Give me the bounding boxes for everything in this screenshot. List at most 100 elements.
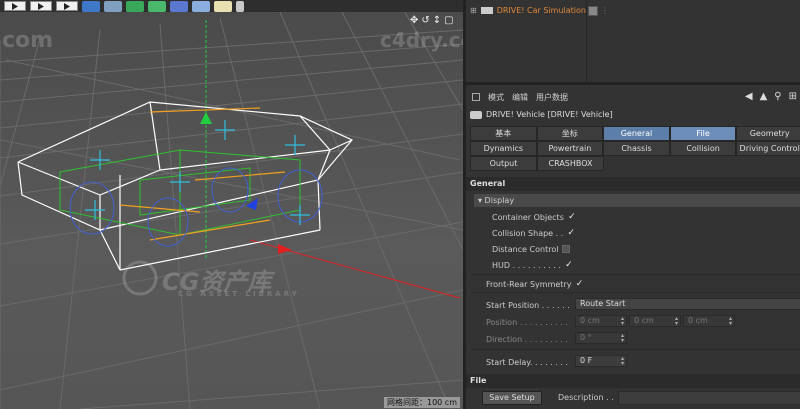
object-name[interactable]: DRIVE! Car Simulation — [497, 6, 586, 15]
attribute-tabs: 基本 坐标 General File Geometry Dynamics Pow… — [470, 126, 800, 171]
param-start-position: Start Position . . . . . . — [486, 298, 576, 312]
container-objects-checkbox[interactable]: ✓ — [568, 212, 576, 222]
start-position-dropdown[interactable]: Route Start — [575, 298, 800, 310]
expand-icon[interactable]: ⊞ — [470, 6, 477, 15]
tab-dynamics[interactable]: Dynamics — [470, 141, 537, 156]
tab-output[interactable]: Output — [470, 156, 537, 171]
object-manager: ⊞ DRIVE! Car Simulation ⋮ — [466, 0, 800, 85]
3d-viewport[interactable]: ✥ ↺ ↕ ▢ com c4dry.com CG资产库 CG ASSET LIB… — [0, 0, 463, 409]
position-y-field[interactable]: 0 cm ▴ ▾ — [629, 315, 681, 327]
y-axis-arrow — [200, 112, 212, 124]
play-button[interactable] — [4, 1, 26, 11]
column-divider — [586, 0, 587, 82]
param-label: Start Delay. . . . . . . . — [486, 357, 569, 367]
direction-field[interactable]: 0 ° ▴ ▾ — [575, 332, 627, 344]
visibility-tag-icon[interactable] — [588, 6, 598, 16]
tab-file[interactable]: File — [669, 126, 737, 141]
attribute-nav: ◀ ▲ ⚲ ⊞ — [745, 91, 797, 102]
rotate-view-icon[interactable]: ↺ — [421, 15, 429, 26]
section-header-general: General — [466, 177, 800, 191]
attribute-menu-bar: 模式 编辑 用户数据 ◀ ▲ ⚲ ⊞ — [466, 88, 800, 106]
param-label: Front-Rear Symmetry — [486, 279, 572, 289]
cube-icon[interactable] — [82, 0, 100, 12]
spline-icon[interactable] — [170, 0, 188, 12]
tab-geometry[interactable]: Geometry — [736, 126, 800, 141]
menu-mode[interactable]: 模式 — [488, 92, 504, 103]
viewport-nav: ✥ ↺ ↕ ▢ — [410, 15, 454, 26]
new-panel-icon[interactable]: ⊞ — [789, 91, 797, 102]
car-wireframe — [17, 101, 353, 271]
param-collision-shape: Collision Shape . . ✓ — [492, 226, 575, 240]
lock-icon[interactable]: ⚲ — [774, 91, 781, 102]
position-z-field[interactable]: 0 cm ▴ ▾ — [683, 315, 735, 327]
tab-driving-control[interactable]: Driving Control — [736, 141, 800, 156]
tab-chassis[interactable]: Chassis — [603, 141, 670, 156]
play-next-button[interactable] — [56, 1, 78, 11]
param-hud: HUD . . . . . . . . . . ✓ — [492, 258, 573, 272]
grid-spacing-readout: 网格间距：100 cm — [383, 397, 460, 408]
position-y-value: 0 cm — [634, 316, 654, 325]
tab-basic[interactable]: 基本 — [470, 126, 537, 141]
up-arrow-icon[interactable]: ▲ — [760, 91, 768, 102]
param-label: Distance Control — [492, 244, 559, 254]
front-rear-symmetry-checkbox[interactable]: ✓ — [575, 279, 584, 289]
start-delay-value: 0 F — [580, 356, 593, 365]
menu-user-data[interactable]: 用户数据 — [536, 92, 568, 103]
display-group-header[interactable]: ▾ Display — [474, 194, 800, 207]
param-label: Start Position . . . . . . — [486, 300, 570, 310]
param-front-rear-symmetry: Front-Rear Symmetry ✓ — [486, 277, 583, 291]
hud-checkbox[interactable]: ✓ — [565, 260, 573, 270]
bend-deformer-icon[interactable] — [104, 0, 122, 12]
param-direction: Direction . . . . . . . . . — [486, 332, 576, 346]
divider — [470, 349, 800, 350]
save-setup-button[interactable]: Save Setup — [482, 391, 542, 405]
menu-edit[interactable]: 编辑 — [512, 92, 528, 103]
viewport-scene — [0, 3, 463, 409]
maximize-view-icon[interactable]: ▢ — [444, 15, 453, 26]
move-view-icon[interactable]: ✥ — [410, 15, 418, 26]
vehicle-icon — [470, 110, 482, 119]
watermark-text: com — [2, 28, 54, 53]
object-title-row: DRIVE! Vehicle [DRIVE! Vehicle] — [470, 110, 613, 119]
distance-control-checkbox[interactable] — [562, 245, 571, 253]
menu-grip-icon — [472, 93, 480, 101]
position-x-field[interactable]: 0 cm ▴ ▾ — [575, 315, 627, 327]
watermark-logo-icon — [122, 260, 158, 296]
tab-collision[interactable]: Collision — [669, 141, 737, 156]
description-label: Description . . — [558, 393, 614, 402]
viewport-toolbar — [0, 0, 463, 12]
param-position: Position . . . . . . . . . . — [486, 315, 576, 329]
param-start-delay: Start Delay. . . . . . . . — [486, 355, 576, 369]
divider — [470, 274, 800, 275]
section-header-file: File — [466, 374, 800, 388]
floor-grid — [0, 3, 463, 409]
tab-general[interactable]: General — [603, 126, 670, 141]
param-container-objects: Container Objects ✓ — [492, 210, 576, 224]
position-z-value: 0 cm — [688, 316, 708, 325]
zoom-view-icon[interactable]: ↕ — [433, 15, 441, 26]
object-row[interactable]: ⊞ DRIVE! Car Simulation — [470, 6, 586, 15]
tab-powertrain[interactable]: Powertrain — [536, 141, 604, 156]
camera-icon[interactable] — [214, 0, 232, 12]
floor-icon[interactable] — [192, 0, 210, 12]
tab-crashbox[interactable]: CRASHBOX — [537, 156, 604, 171]
tab-coordinates[interactable]: 坐标 — [536, 126, 604, 141]
position-x-value: 0 cm — [580, 316, 600, 325]
object-title: DRIVE! Vehicle [DRIVE! Vehicle] — [486, 110, 613, 119]
param-label: Collision Shape . . — [492, 228, 564, 238]
param-label: Container Objects — [492, 212, 564, 222]
object-tags: ⋮ — [588, 6, 609, 16]
right-panel: ⊞ DRIVE! Car Simulation ⋮ 模式 编辑 用户数据 ◀ ▲… — [463, 0, 800, 409]
collision-shape-checkbox[interactable]: ✓ — [567, 228, 576, 238]
generator-icon[interactable] — [126, 0, 144, 12]
light-icon[interactable] — [236, 0, 244, 12]
back-arrow-icon[interactable]: ◀ — [745, 91, 753, 102]
start-delay-field[interactable]: 0 F ▴ ▾ — [575, 355, 627, 367]
direction-value: 0 ° — [580, 333, 592, 342]
watermark-subtext: CG ASSET LIBRARY — [178, 290, 300, 298]
play-forward-button[interactable] — [30, 1, 52, 11]
gear-generator-icon[interactable] — [148, 0, 166, 12]
description-field[interactable] — [618, 391, 800, 405]
param-label: Direction . . . . . . . . . — [486, 334, 568, 344]
param-distance-control: Distance Control — [492, 242, 571, 256]
